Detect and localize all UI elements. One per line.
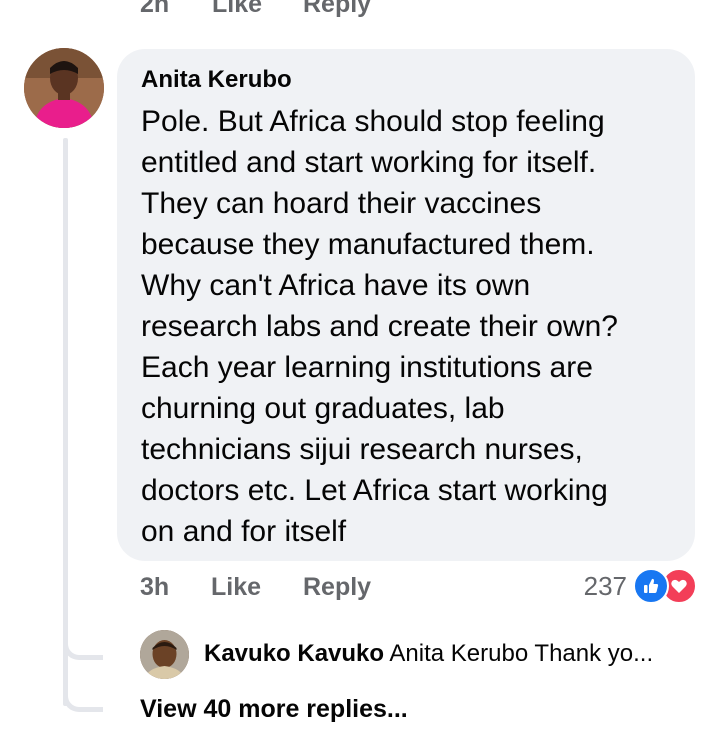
heart-icon xyxy=(671,579,687,593)
reactions-summary[interactable]: 237 xyxy=(584,568,697,604)
comment-author[interactable]: Anita Kerubo xyxy=(141,65,671,95)
thumbs-up-icon xyxy=(644,578,659,593)
view-more-replies-link[interactable]: View 40 more replies... xyxy=(140,695,408,724)
comment-bubble: Anita Kerubo Pole. But Africa should sto… xyxy=(117,49,695,561)
previous-comment-actions: 2h Like Reply xyxy=(140,0,371,19)
reply-button[interactable]: Reply xyxy=(303,573,371,602)
comment-actions: 3h Like Reply xyxy=(140,573,371,602)
thread-branch-more xyxy=(63,692,103,712)
avatar-image xyxy=(24,48,104,128)
reply-preview[interactable]: Kavuko Kavuko Anita Kerubo Thank yo... xyxy=(204,640,694,668)
previous-reply-button[interactable]: Reply xyxy=(303,0,371,19)
comment-text: Pole. But Africa should stop feeling ent… xyxy=(141,105,618,548)
reply-text: Anita Kerubo Thank yo... xyxy=(389,640,654,667)
reply-avatar[interactable] xyxy=(140,630,189,679)
reply-avatar-image xyxy=(140,630,189,679)
previous-like-button[interactable]: Like xyxy=(212,0,303,19)
previous-comment-time: 2h xyxy=(140,0,170,18)
like-icon xyxy=(633,568,669,604)
avatar[interactable] xyxy=(24,48,104,128)
like-button[interactable]: Like xyxy=(211,573,303,602)
comment-time[interactable]: 3h xyxy=(140,573,211,602)
reaction-count: 237 xyxy=(583,570,627,601)
thread-line xyxy=(63,138,68,706)
reply-author[interactable]: Kavuko Kavuko xyxy=(204,640,384,667)
thread-branch-reply xyxy=(63,640,103,660)
